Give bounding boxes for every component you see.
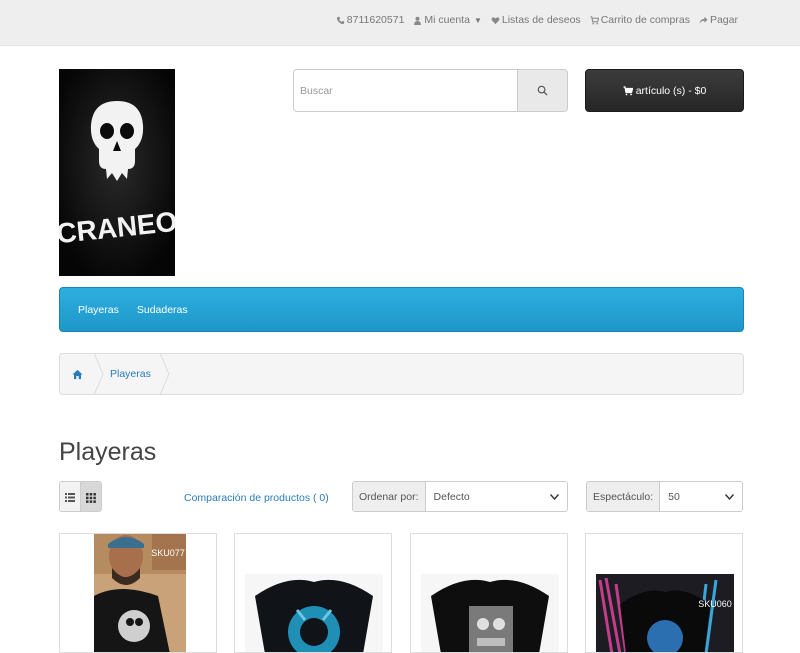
limit-select[interactable]: 50: [660, 482, 742, 511]
limit-selected-value: 50: [668, 490, 680, 503]
home-icon: [71, 369, 83, 379]
checkout-link[interactable]: Pagar: [699, 14, 738, 26]
phone-text: 8711620571: [346, 14, 405, 26]
menu-item-playeras[interactable]: Playeras: [78, 304, 119, 316]
grid-icon: [86, 492, 97, 503]
grid-view-button[interactable]: [80, 482, 101, 511]
list-view-button[interactable]: [60, 482, 81, 511]
shopping-cart-label: Carrito de compras: [600, 14, 690, 26]
search-icon: [537, 85, 548, 96]
breadcrumb-home[interactable]: [60, 369, 94, 380]
breadcrumb-item-playeras[interactable]: Playeras: [104, 368, 160, 380]
product-sku: SKU077: [151, 548, 185, 558]
cart-button-label: artículo (s) - $0: [635, 84, 707, 97]
product-card[interactable]: [410, 533, 568, 653]
product-compare-link[interactable]: Comparación de productos ( 0): [184, 492, 329, 504]
limit-label: Espectáculo:: [587, 482, 661, 511]
product-image: [421, 574, 559, 652]
page-title: Playeras: [59, 438, 157, 466]
store-logo[interactable]: CRANEO: [59, 69, 175, 276]
product-sku: SKU060: [698, 599, 732, 609]
cart-icon: [590, 15, 599, 25]
chevron-down-icon: [725, 493, 734, 500]
heart-icon: [491, 16, 500, 25]
product-image: [245, 574, 383, 652]
top-bar: 8711620571 Mi cuenta ▼ Listas de deseos …: [0, 0, 800, 46]
share-arrow-icon: [699, 16, 708, 25]
main-menu: Playeras Sudaderas: [59, 287, 744, 332]
search-button[interactable]: [517, 69, 568, 112]
sort-label: Ordenar por:: [353, 482, 426, 511]
chevron-down-icon: [550, 493, 559, 500]
top-links: 8711620571 Mi cuenta ▼ Listas de deseos …: [336, 14, 738, 26]
sort-selected-value: Defecto: [433, 490, 470, 503]
account-label: Mi cuenta: [424, 14, 470, 26]
menu-item-sudaderas[interactable]: Sudaderas: [137, 304, 188, 316]
product-card[interactable]: SKU060: [585, 533, 743, 653]
checkout-label: Pagar: [709, 14, 738, 26]
shopping-cart-link[interactable]: Carrito de compras: [590, 14, 690, 26]
cart-button[interactable]: artículo (s) - $0: [585, 69, 744, 112]
phone-link[interactable]: 8711620571: [336, 14, 405, 26]
cart-icon: [623, 85, 633, 95]
product-image: SKU077: [94, 534, 186, 652]
sort-select[interactable]: Defecto: [425, 482, 567, 511]
search-bar: [293, 69, 568, 112]
wishlist-link[interactable]: Listas de deseos: [491, 14, 581, 26]
product-card[interactable]: SKU077: [59, 533, 217, 653]
limit-group: Espectáculo: 50: [586, 481, 743, 512]
wishlist-label: Listas de deseos: [501, 14, 581, 26]
product-card[interactable]: [234, 533, 392, 653]
breadcrumb-separator: [159, 353, 170, 395]
product-image: SKU060: [596, 574, 734, 652]
view-toggle-group: [59, 481, 102, 512]
sort-group: Ordenar por: Defecto: [352, 481, 568, 512]
account-dropdown[interactable]: Mi cuenta ▼: [413, 14, 482, 26]
breadcrumb: Playeras: [59, 353, 744, 395]
phone-icon: [336, 16, 345, 25]
list-icon: [65, 493, 76, 502]
breadcrumb-separator: [94, 353, 104, 395]
caret-down-icon: ▼: [473, 15, 482, 25]
user-icon: [413, 16, 422, 25]
search-input[interactable]: [293, 69, 517, 112]
